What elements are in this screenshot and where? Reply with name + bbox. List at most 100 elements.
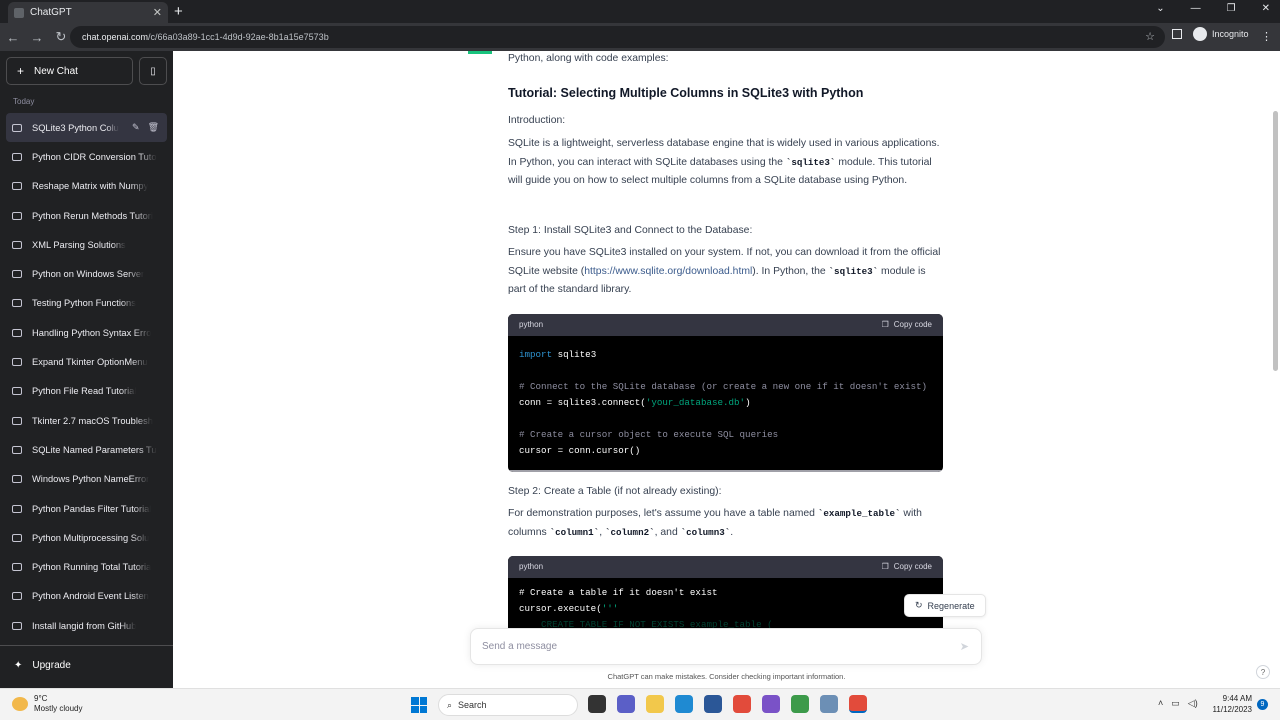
app-icon[interactable]: [762, 695, 780, 713]
bookmark-star-icon[interactable]: ☆: [1145, 30, 1155, 43]
chrome-active-icon[interactable]: [849, 695, 867, 713]
close-sidebar-button[interactable]: ▯: [139, 57, 167, 85]
sqlite-download-link[interactable]: https://www.sqlite.org/download.html: [584, 266, 752, 277]
start-button-icon[interactable]: [411, 697, 427, 713]
sidebar-chat-item[interactable]: Handling Python Syntax Erro: [6, 318, 167, 347]
browser-tab[interactable]: ChatGPT ✕: [8, 2, 168, 23]
chatgpt-favicon-icon: [14, 7, 24, 18]
sidebar-chat-label: SQLite3 Python Colu: [32, 122, 119, 133]
notification-badge[interactable]: 9: [1257, 699, 1268, 710]
plus-icon: +: [17, 64, 25, 78]
network-icon[interactable]: ▭: [1171, 698, 1180, 709]
copy-code-button[interactable]: ❐ Copy code: [882, 316, 932, 335]
chat-bubble-icon: [12, 240, 22, 249]
close-tab-icon[interactable]: ✕: [153, 6, 162, 19]
delete-icon[interactable]: 🗑: [148, 122, 159, 133]
introduction-label: Introduction:: [508, 115, 566, 126]
tray-overflow-icon[interactable]: ˄: [1158, 698, 1163, 709]
copy-code-button[interactable]: ❐ Copy code: [882, 558, 932, 577]
p3-text-d: , and: [654, 526, 681, 538]
tutorial-heading: Tutorial: Selecting Multiple Columns in …: [508, 86, 864, 100]
help-icon[interactable]: ?: [1256, 665, 1270, 679]
back-icon[interactable]: ←: [2, 30, 24, 45]
reload-icon[interactable]: ↻: [50, 29, 72, 45]
sidepanel-icon[interactable]: [1172, 29, 1182, 39]
app-icon[interactable]: [791, 695, 809, 713]
app-icon[interactable]: [820, 695, 838, 713]
address-toolbar: ← → ↻ chat.openai.com/c/66a03a89-1cc1-4d…: [0, 23, 1280, 51]
chat-bubble-icon: [12, 475, 22, 484]
task-view-icon[interactable]: [588, 695, 606, 713]
url-path: /c/66a03a89-1cc1-4d9d-92ae-8b1a15e7573b: [148, 32, 329, 42]
sidebar-chat-item[interactable]: Reshape Matrix with Numpy: [6, 172, 167, 201]
sidebar-chat-item[interactable]: Install langid from GitHub: [6, 611, 167, 640]
browser-menu-icon[interactable]: ⋮: [1261, 30, 1272, 43]
copy-code-label: Copy code: [893, 319, 932, 329]
file-explorer-icon[interactable]: [646, 695, 664, 713]
code-line: cursor = conn.cursor(): [519, 445, 641, 456]
chrome-icon[interactable]: [733, 695, 751, 713]
forward-icon[interactable]: →: [26, 30, 48, 45]
sidebar-chat-item[interactable]: Python CIDR Conversion Tuto: [6, 142, 167, 171]
sidebar-chat-item[interactable]: Python Rerun Methods Tutori: [6, 201, 167, 230]
sidebar-chat-item[interactable]: Python File Read Tutorial: [6, 377, 167, 406]
code-string: ''': [601, 603, 619, 614]
sidebar-chat-label: Python Multiprocessing Solu: [32, 532, 150, 543]
message-composer: ➤: [470, 628, 982, 665]
code-scrollbar[interactable]: [508, 470, 943, 472]
teams-chat-icon[interactable]: [617, 695, 635, 713]
chat-bubble-icon: [12, 358, 22, 367]
edit-icon[interactable]: ✎: [132, 122, 140, 133]
new-chat-label: New Chat: [34, 65, 78, 77]
page-scrollbar[interactable]: [1273, 111, 1278, 371]
sidebar-chat-item[interactable]: Windows Python NameError: [6, 465, 167, 494]
restore-icon[interactable]: ❐: [1227, 3, 1236, 14]
address-bar[interactable]: chat.openai.com/c/66a03a89-1cc1-4d9d-92a…: [70, 26, 1165, 48]
message-input[interactable]: [482, 641, 942, 652]
clipboard-icon: ❐: [881, 561, 889, 571]
inline-code: `example_table`: [817, 508, 901, 519]
inline-code: `sqlite3`: [828, 265, 879, 277]
sidebar-chat-item[interactable]: Python on Windows Server: [6, 259, 167, 288]
sidebar-chat-label: SQLite Named Parameters Tu: [32, 444, 157, 455]
new-chat-button[interactable]: + New Chat: [6, 57, 133, 85]
window-controls: ⌄ — ❐ ✕: [1156, 3, 1270, 14]
sidebar-chat-item[interactable]: SQLite Named Parameters Tu: [6, 435, 167, 464]
code-content: import sqlite3 # Connect to the SQLite d…: [508, 336, 943, 470]
store-icon[interactable]: [704, 695, 722, 713]
volume-icon[interactable]: ◁): [1188, 698, 1198, 709]
close-window-icon[interactable]: ✕: [1262, 3, 1270, 14]
sidebar-chat-label: Python Android Event Listen: [32, 591, 149, 602]
send-icon[interactable]: ➤: [960, 640, 969, 653]
sidebar-chat-item[interactable]: Python Pandas Filter Tutorial: [6, 494, 167, 523]
new-tab-icon[interactable]: +: [174, 3, 183, 20]
sidebar-chat-item[interactable]: Python Multiprocessing Solu: [6, 523, 167, 552]
taskbar-search[interactable]: ⌕ Search: [438, 694, 578, 716]
chat-bubble-icon: [12, 387, 22, 396]
sidebar-chat-label: XML Parsing Solutions: [32, 239, 126, 250]
incognito-label: Incognito: [1212, 29, 1249, 39]
sidebar-chat-item[interactable]: Python Android Event Listen: [6, 582, 167, 611]
weather-widget[interactable]: 9°C Mostly cloudy: [12, 694, 82, 714]
sidebar-chat-item[interactable]: Expand Tkinter OptionMenu: [6, 347, 167, 376]
clock-time: 9:44 AM: [1222, 694, 1252, 703]
sidebar-chat-item[interactable]: SQLite3 Python Colu ✎ 🗑: [6, 113, 167, 143]
clipboard-icon: ❐: [881, 319, 889, 329]
chat-bubble-icon: [12, 563, 22, 572]
upgrade-button[interactable]: ✦ Upgrade: [0, 645, 173, 685]
sidebar-chat-item[interactable]: Tkinter 2.7 macOS Troublesh: [6, 406, 167, 435]
sidebar-chat-item[interactable]: Python Running Total Tutoria: [6, 552, 167, 581]
clock[interactable]: 9:44 AM 11/12/2023: [1212, 693, 1252, 715]
sidebar-chat-item[interactable]: Testing Python Functions: [6, 289, 167, 318]
weather-text: 9°C Mostly cloudy: [34, 694, 82, 714]
chat-bubble-icon: [12, 270, 22, 279]
search-icon: ⌕: [447, 699, 453, 710]
tab-search-icon[interactable]: ⌄: [1156, 3, 1164, 14]
edge-icon[interactable]: [675, 695, 693, 713]
incognito-profile[interactable]: Incognito: [1172, 27, 1249, 41]
regenerate-button[interactable]: ↻ Regenerate: [904, 594, 986, 617]
sidebar-chat-item[interactable]: XML Parsing Solutions: [6, 230, 167, 259]
chat-bubble-icon: [12, 621, 22, 630]
taskbar-search-label: Search: [458, 700, 487, 710]
minimize-icon[interactable]: —: [1191, 3, 1201, 14]
